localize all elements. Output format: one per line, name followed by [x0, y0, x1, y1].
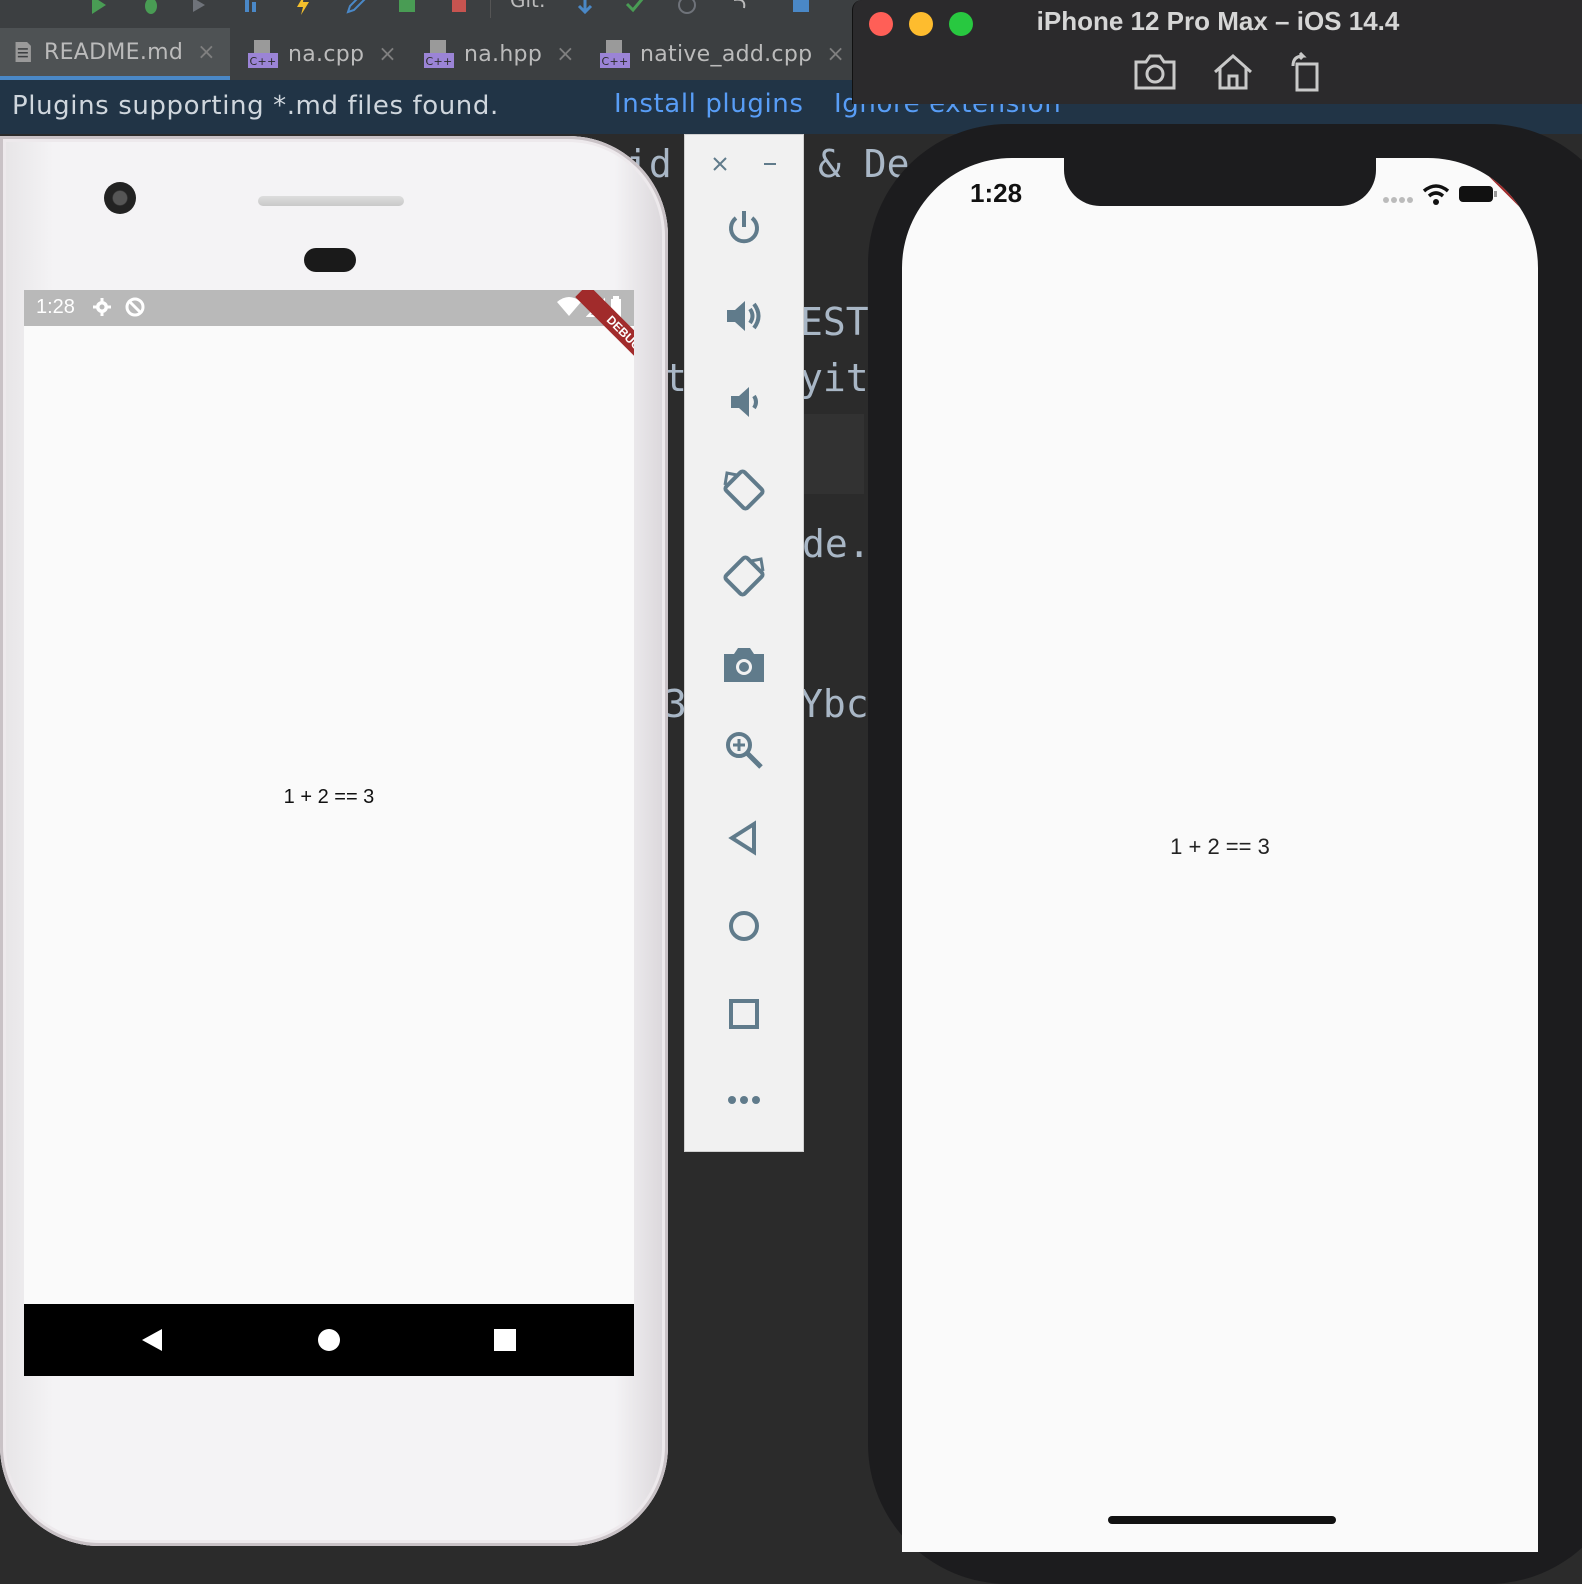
- cpp-badge-text: C++: [601, 55, 628, 68]
- home-indicator[interactable]: [1108, 1516, 1336, 1524]
- more-icon: [728, 1096, 760, 1104]
- tab-na-hpp[interactable]: C++ na.hpp ×: [410, 28, 580, 80]
- back-icon: [728, 820, 756, 856]
- git-update-icon[interactable]: [574, 0, 596, 16]
- android-status-bar: 1:28: [24, 290, 634, 326]
- status-time: 1:28: [36, 296, 75, 318]
- android-nav-bar: [24, 1304, 634, 1376]
- tab-na-cpp[interactable]: C++ na.cpp ×: [234, 28, 404, 80]
- cpp-badge-text: C++: [425, 55, 452, 68]
- notification-message: Plugins supporting *.md files found.: [12, 91, 499, 121]
- git-label: Git:: [510, 0, 546, 12]
- hot-reload-icon[interactable]: [292, 0, 314, 16]
- run-icon[interactable]: [88, 0, 110, 16]
- rotate-right-icon: [723, 555, 765, 597]
- home-icon[interactable]: [1211, 52, 1255, 92]
- git-commit-icon[interactable]: [624, 0, 646, 16]
- profile-icon[interactable]: [242, 0, 264, 16]
- wifi-icon: [1422, 184, 1450, 205]
- proximity-sensor: [304, 248, 356, 272]
- edit-config-icon[interactable]: [344, 0, 366, 16]
- volume-up-icon: [727, 301, 761, 331]
- overview-button[interactable]: [715, 985, 773, 1043]
- stop-icon[interactable]: [448, 0, 470, 16]
- home-button[interactable]: [715, 897, 773, 955]
- screenshot-icon: [724, 648, 764, 682]
- volume-down-button[interactable]: [715, 373, 773, 431]
- rotate-left-icon: [723, 469, 765, 511]
- close-icon[interactable]: ×: [197, 40, 216, 65]
- settings-gear-icon: [93, 298, 111, 316]
- overview-icon: [729, 999, 759, 1029]
- simulator-title: iPhone 12 Pro Max – iOS 14.4: [1036, 6, 1400, 36]
- rotate-right-button[interactable]: [715, 547, 773, 605]
- screenshot-icon[interactable]: [1133, 52, 1177, 92]
- tab-label: README.md: [44, 39, 184, 65]
- more-button[interactable]: [715, 1071, 773, 1129]
- cpp-badge-text: C++: [249, 55, 276, 68]
- minimize-icon[interactable]: [761, 155, 779, 173]
- earpiece-speaker: [258, 196, 404, 206]
- data-saver-icon: [125, 297, 145, 317]
- editor-highlight: [804, 414, 864, 494]
- power-icon: [729, 211, 759, 244]
- rotate-left-button[interactable]: [715, 461, 773, 519]
- tab-label: native_add.cpp: [640, 41, 813, 67]
- home-icon[interactable]: [317, 1328, 341, 1352]
- project-structure-icon[interactable]: [790, 0, 812, 16]
- rotate-icon[interactable]: [1285, 52, 1329, 92]
- attach-debugger-icon[interactable]: [190, 0, 212, 16]
- undo-icon[interactable]: [728, 0, 750, 16]
- close-icon[interactable]: [711, 155, 729, 173]
- cpp-file-icon: C++: [248, 40, 278, 68]
- close-icon[interactable]: ×: [378, 42, 397, 67]
- markdown-file-icon: [15, 42, 31, 62]
- close-icon[interactable]: ×: [826, 42, 845, 67]
- simulator-titlebar: iPhone 12 Pro Max – iOS 14.4: [852, 0, 1582, 104]
- cpp-file-icon: C++: [424, 40, 454, 68]
- android-screen[interactable]: 1:28 DEBUG 1 + 2 == 3: [24, 290, 634, 1376]
- git-history-icon[interactable]: [676, 0, 698, 16]
- result-text: 1 + 2 == 3: [283, 786, 375, 808]
- iphone-notch: [1064, 158, 1376, 206]
- status-time: 1:28: [970, 178, 1023, 208]
- volume-down-icon: [731, 387, 758, 417]
- tab-native-add-cpp[interactable]: C++ native_add.cpp ×: [586, 28, 848, 80]
- build-icon[interactable]: [396, 0, 418, 16]
- install-plugins-link[interactable]: Install plugins: [614, 89, 804, 119]
- tab-readme[interactable]: README.md ×: [0, 28, 230, 80]
- emulator-toolbar: [684, 134, 804, 1152]
- android-emulator-frame: 1:28 DEBUG 1 + 2 == 3: [0, 136, 668, 1546]
- home-icon: [729, 911, 759, 941]
- signal-dots-icon: [1383, 197, 1413, 203]
- power-button[interactable]: [715, 199, 773, 257]
- back-icon[interactable]: [140, 1328, 164, 1352]
- screenshot-button[interactable]: [715, 635, 773, 693]
- tab-label: na.hpp: [464, 41, 543, 67]
- tab-label: na.cpp: [288, 41, 365, 67]
- code-fragment: EST: [800, 300, 869, 344]
- volume-up-button[interactable]: [715, 287, 773, 345]
- battery-icon: [1459, 186, 1497, 202]
- result-text: 1 + 2 == 3: [1170, 834, 1270, 859]
- toolbar-separator: [490, 0, 491, 18]
- overview-icon[interactable]: [494, 1329, 516, 1351]
- zoom-button[interactable]: [715, 721, 773, 779]
- cpp-file-icon: C++: [600, 40, 630, 68]
- front-camera: [104, 182, 136, 214]
- zoom-icon: [726, 732, 763, 769]
- ios-screen[interactable]: 1:28 DEBUG 1 + 2 == 3: [902, 158, 1538, 1552]
- close-icon[interactable]: ×: [556, 42, 575, 67]
- code-fragment: de.: [802, 522, 871, 566]
- debug-icon[interactable]: [140, 0, 162, 16]
- back-button[interactable]: [715, 809, 773, 867]
